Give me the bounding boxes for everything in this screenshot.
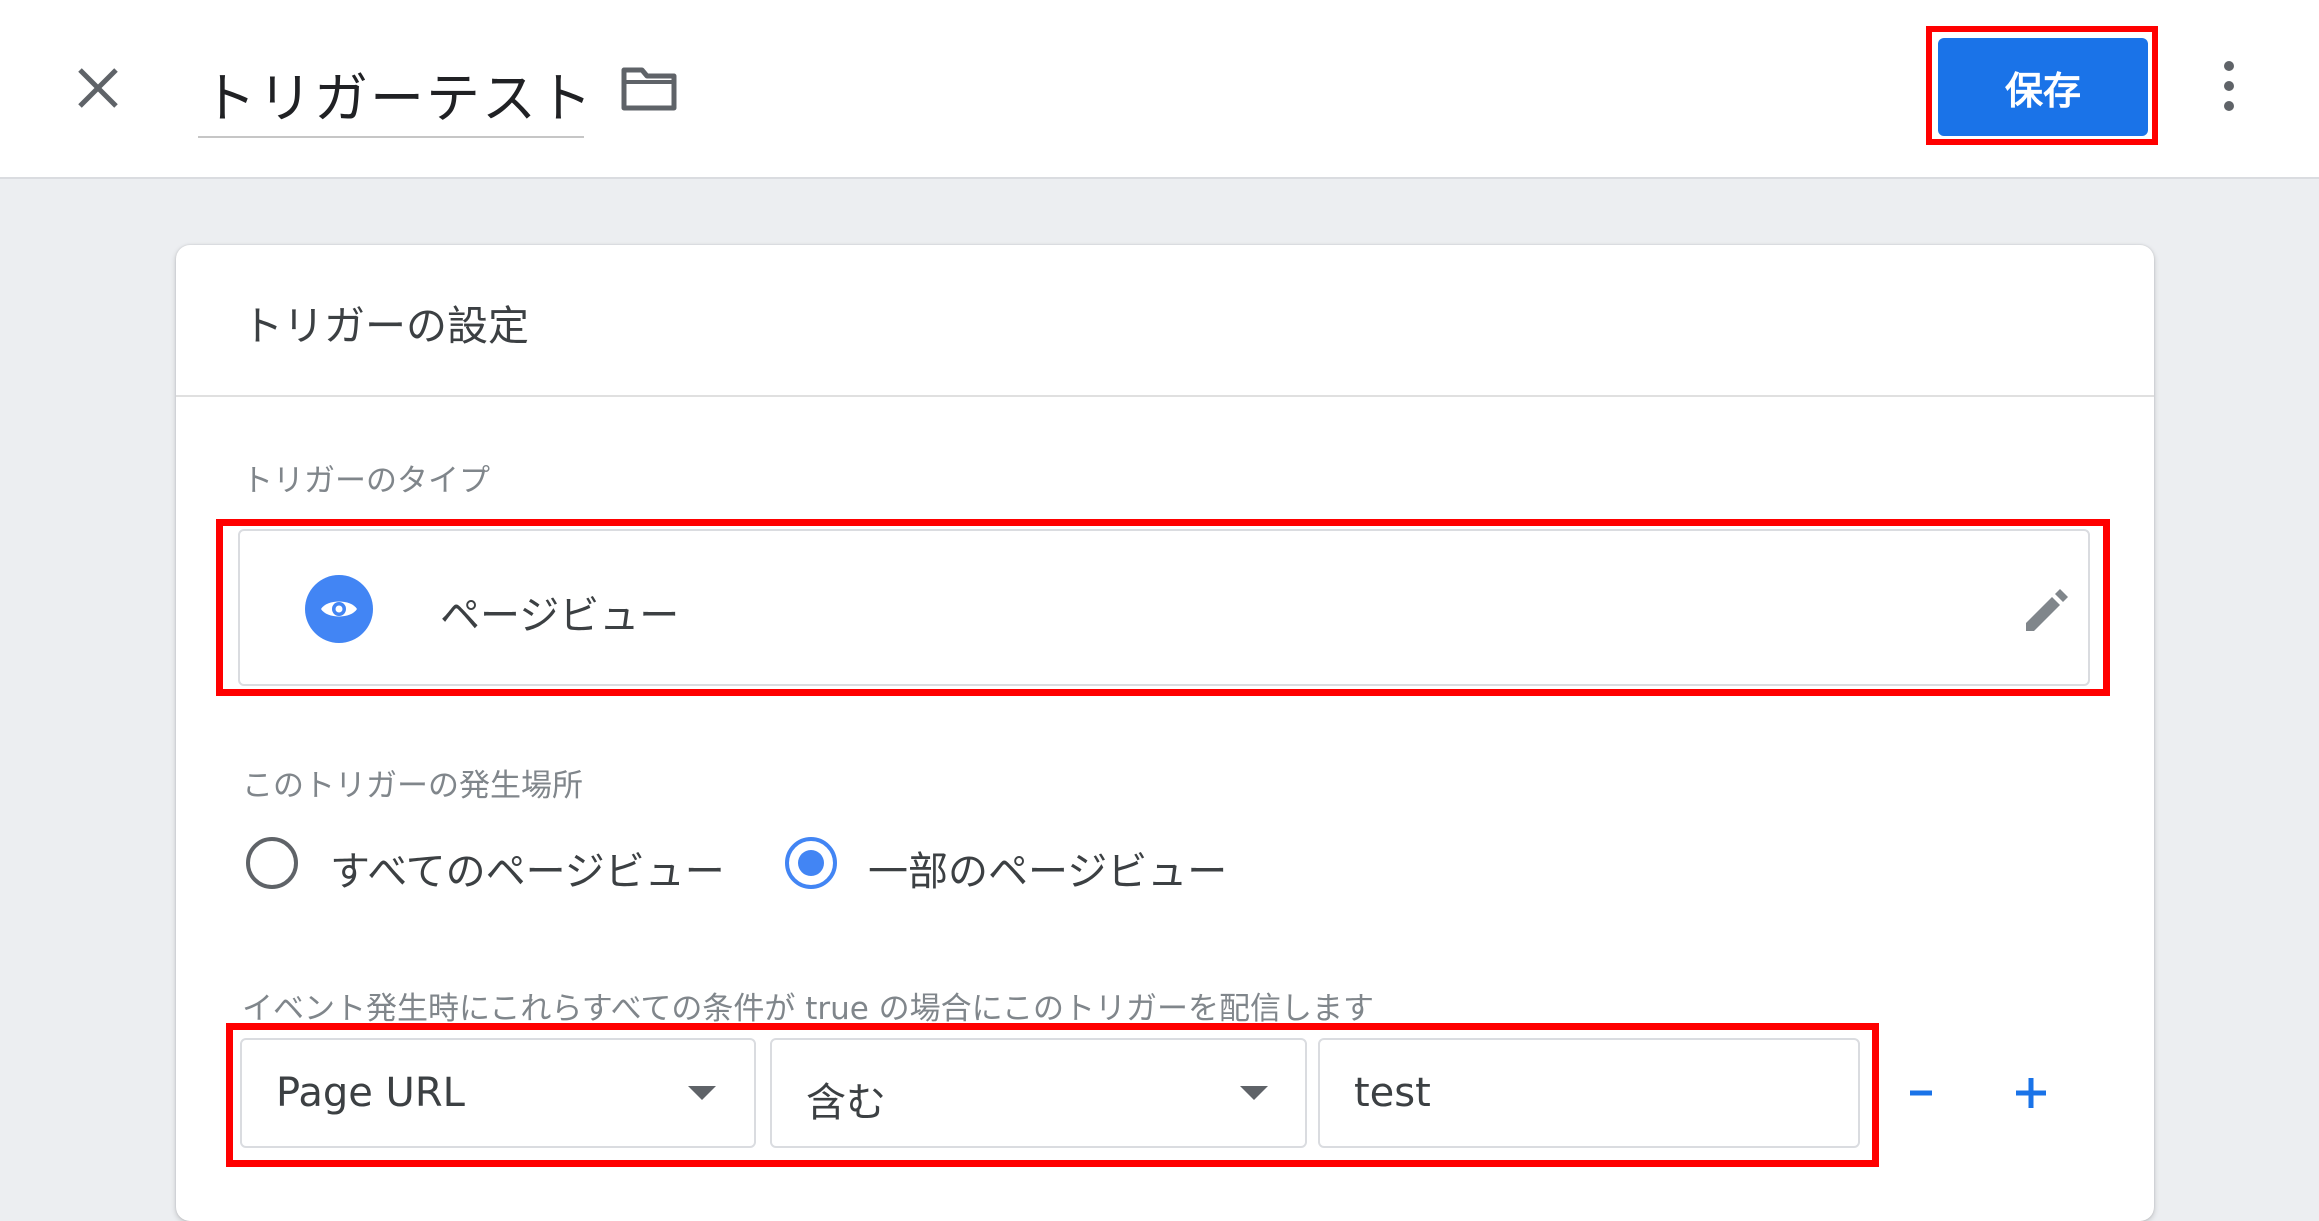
fire-on-label: このトリガーの発生場所 [242, 768, 583, 804]
dropdown-arrow-icon [688, 1086, 716, 1100]
condition-value-text: test [1354, 1070, 1431, 1116]
trigger-config-card: トリガーの設定 トリガーのタイプ ページビュー このトリガーの発生場所 すべての… [176, 245, 2154, 1221]
radio-selected-icon [785, 837, 837, 889]
radio-some-page-views[interactable] [783, 835, 839, 891]
radio-all-page-views[interactable] [244, 835, 300, 891]
condition-label: イベント発生時にこれらすべての条件が true の場合にこのトリガーを配信します [242, 991, 1375, 1027]
radio-unselected-icon [246, 837, 298, 889]
radio-some-page-views-label[interactable]: 一部のページビュー [868, 839, 1227, 897]
save-button[interactable]: 保存 [1938, 38, 2148, 136]
variable-select-value: Page URL [276, 1070, 465, 1116]
card-header: トリガーの設定 [176, 245, 2154, 397]
radio-all-page-views-label[interactable]: すべてのページビュー [330, 839, 725, 897]
trigger-name-field[interactable]: トリガーテスト [198, 50, 592, 138]
folder-button[interactable] [620, 62, 678, 114]
trigger-type-label: トリガーのタイプ [242, 463, 490, 499]
dropdown-arrow-icon [1240, 1086, 1268, 1100]
plus-icon [2016, 1078, 2046, 1108]
folder-icon [621, 67, 677, 111]
edit-trigger-type-button[interactable] [2020, 583, 2074, 637]
top-bar: トリガーテスト 保存 [0, 0, 2319, 179]
more-options-button[interactable] [2210, 58, 2248, 114]
trigger-name: トリガーテスト [202, 67, 594, 130]
minus-icon [1910, 1090, 1932, 1096]
pencil-icon [2026, 589, 2068, 631]
more-vert-icon [2224, 61, 2234, 111]
operator-select[interactable]: 含む [770, 1038, 1307, 1148]
remove-condition-button[interactable] [1902, 1063, 1942, 1123]
variable-select[interactable]: Page URL [240, 1038, 756, 1148]
trigger-type-selector[interactable]: ページビュー [238, 529, 2090, 686]
eye-icon [305, 575, 373, 643]
card-title: トリガーの設定 [242, 302, 529, 350]
trigger-type-value: ページビュー [440, 593, 680, 639]
operator-select-value: 含む [806, 1080, 886, 1126]
close-icon [78, 68, 118, 108]
close-button[interactable] [72, 62, 124, 114]
condition-value-input[interactable]: test [1318, 1038, 1860, 1148]
add-condition-button[interactable] [2006, 1063, 2056, 1123]
